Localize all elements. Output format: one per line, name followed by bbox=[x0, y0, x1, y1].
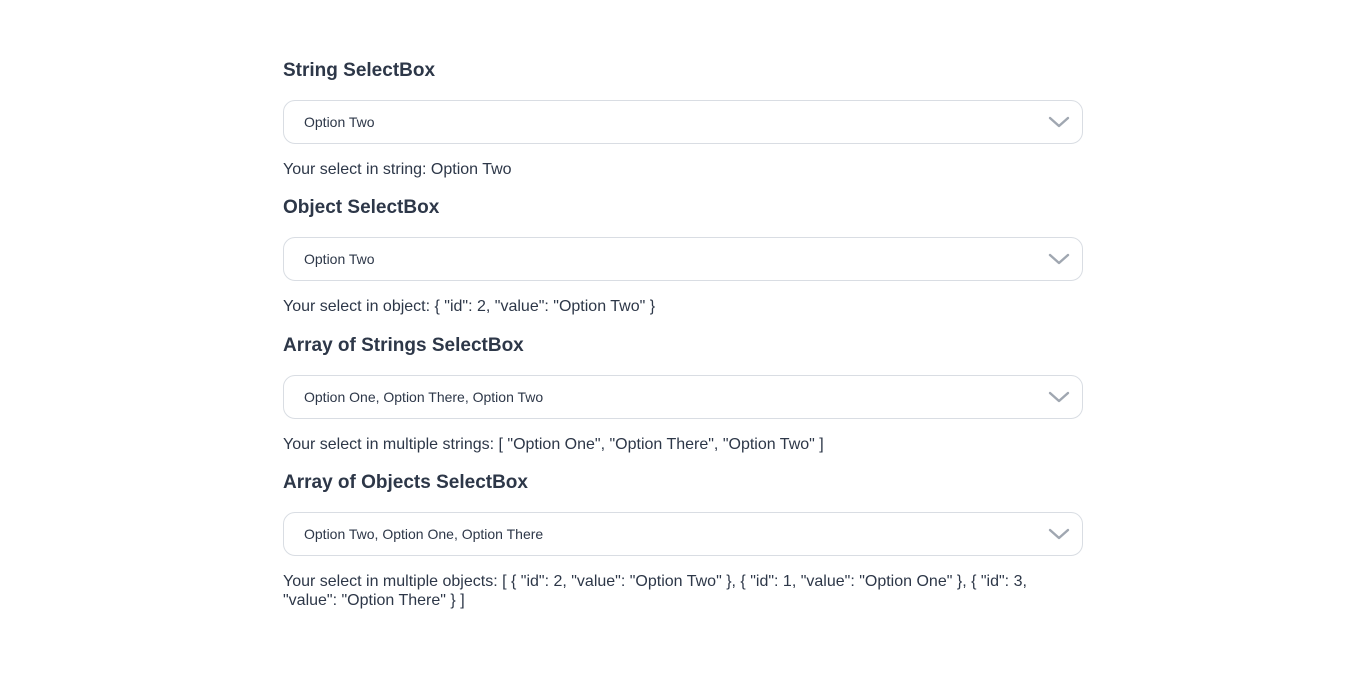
array-strings-selectbox-result: Your select in multiple strings: [ "Opti… bbox=[283, 436, 824, 453]
array-objects-selectbox[interactable]: Option Two, Option One, Option There bbox=[283, 512, 1083, 556]
array-strings-selectbox[interactable]: Option One, Option There, Option Two bbox=[283, 375, 1083, 419]
string-selectbox[interactable]: Option Two bbox=[283, 100, 1083, 144]
object-selectbox-result: Your select in object: { "id": 2, "value… bbox=[283, 298, 656, 315]
string-selectbox-result: Your select in string: Option Two bbox=[283, 161, 512, 178]
object-selectbox-value: Option Two bbox=[304, 251, 375, 267]
object-selectbox-title: Object SelectBox bbox=[283, 197, 440, 218]
chevron-down-icon[interactable] bbox=[1048, 390, 1070, 404]
chevron-down-icon[interactable] bbox=[1048, 115, 1070, 129]
chevron-down-icon[interactable] bbox=[1048, 252, 1070, 266]
array-strings-selectbox-title: Array of Strings SelectBox bbox=[283, 335, 524, 356]
object-selectbox[interactable]: Option Two bbox=[283, 237, 1083, 281]
array-objects-selectbox-value: Option Two, Option One, Option There bbox=[304, 526, 544, 542]
string-selectbox-value: Option Two bbox=[304, 114, 375, 130]
array-objects-selectbox-result: Your select in multiple objects: [ { "id… bbox=[283, 573, 1027, 609]
array-strings-selectbox-value: Option One, Option There, Option Two bbox=[304, 389, 544, 405]
chevron-down-icon[interactable] bbox=[1048, 527, 1070, 541]
page: String SelectBox Option Two Your select … bbox=[0, 0, 1366, 696]
string-selectbox-title: String SelectBox bbox=[283, 60, 436, 81]
array-objects-selectbox-title: Array of Objects SelectBox bbox=[283, 472, 528, 493]
